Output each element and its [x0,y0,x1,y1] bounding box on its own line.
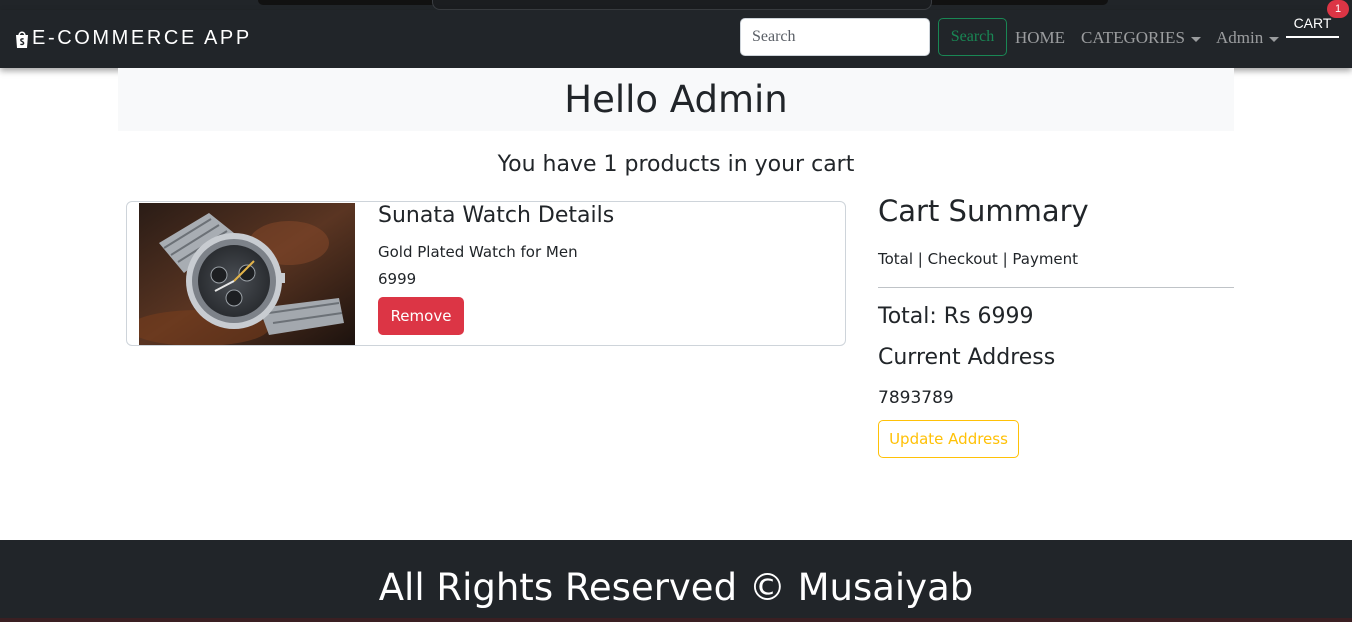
current-address-value: 7893789 [878,388,954,408]
page-title: Hello Admin [564,78,788,121]
nav-categories-label: CATEGORIES [1081,28,1185,47]
nav-home[interactable]: HOME [1015,28,1065,48]
current-address-title: Current Address [878,345,1056,370]
browser-dropdown-edge [432,0,932,10]
brand-name: E-COMMERCE APP [32,27,252,49]
product-price: 6999 [378,270,417,288]
nav-cart[interactable]: CART [1286,14,1339,38]
chevron-down-icon [1190,36,1201,42]
cart-item-count-message: You have 1 products in your cart [497,152,855,177]
nav-user-label: Admin [1216,28,1264,47]
navbar: E-COMMERCE APP Search HOME CATEGORIES Ad… [0,10,1352,68]
cart-count-badge: 1 [1327,0,1349,18]
browser-top-strip [0,0,1352,10]
greeting-banner: Hello Admin [118,68,1234,131]
cart-total: Total: Rs 6999 [878,304,1034,329]
cart-summary-subtitle: Total | Checkout | Payment [878,250,1079,268]
search-button[interactable]: Search [938,18,1007,56]
nav-user-dropdown[interactable]: Admin [1216,28,1280,48]
brand-link[interactable]: E-COMMERCE APP [14,27,252,50]
footer-copyright: All Rights Reserved © Musaiyab [378,566,974,609]
nav-categories-dropdown[interactable]: CATEGORIES [1081,28,1201,48]
cart-summary-title: Cart Summary [878,194,1089,228]
update-address-button[interactable]: Update Address [878,420,1019,458]
product-image [139,203,355,345]
cart-item-card: Sunata Watch Details Gold Plated Watch f… [126,201,846,346]
chevron-down-icon [1269,36,1280,42]
search-input[interactable] [740,18,930,56]
divider [878,287,1234,288]
nav-home-label: HOME [1015,28,1066,47]
bottom-edge [0,618,1352,622]
shopping-bag-icon [14,29,30,49]
product-name: Sunata Watch Details [378,203,615,228]
product-description: Gold Plated Watch for Men [378,243,578,261]
remove-item-button[interactable]: Remove [378,297,464,335]
footer: All Rights Reserved © Musaiyab [0,540,1352,622]
